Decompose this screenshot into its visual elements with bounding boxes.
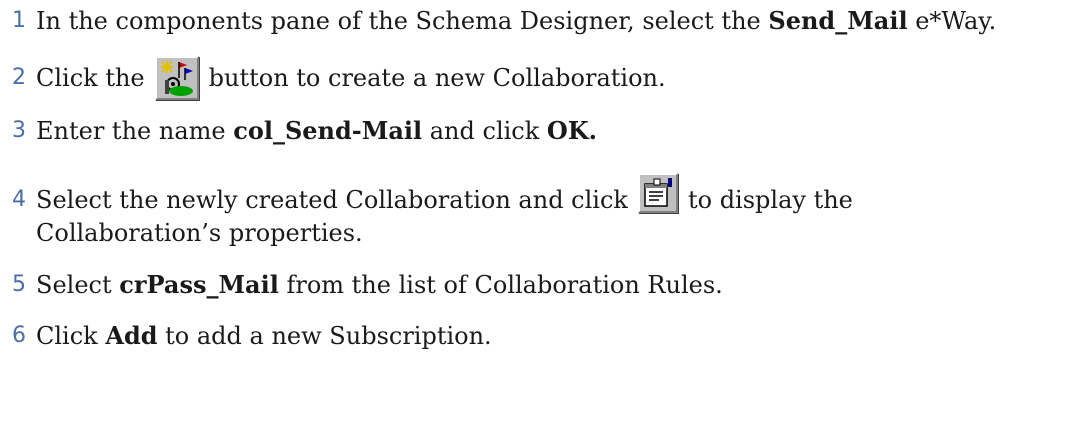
- step-text-pre: Select the newly created Collaboration a…: [36, 186, 628, 214]
- step-number: 1: [12, 8, 26, 33]
- step-text: Enter the name col_Send-Mail and click O…: [36, 116, 598, 145]
- step-4-continued: Collaboration’s properties.: [36, 218, 363, 248]
- step-text: Click Add to add a new Subscription.: [36, 321, 492, 350]
- step-number: 2: [12, 65, 26, 90]
- properties-icon[interactable]: [637, 173, 678, 213]
- step-text-post: button to create a new Collaboration.: [208, 64, 666, 92]
- step-text: In the components pane of the Schema Des…: [36, 6, 997, 35]
- step-number: 6: [12, 323, 26, 348]
- new-collaboration-icon[interactable]: [154, 56, 199, 100]
- step-number: 3: [12, 118, 26, 143]
- ok-label: OK.: [546, 116, 598, 145]
- step-text: Select crPass_Mail from the list of Coll…: [36, 270, 723, 299]
- component-name: Send_Mail: [768, 6, 908, 35]
- step-number: 5: [12, 272, 26, 297]
- step-1: 1 In the components pane of the Schema D…: [12, 6, 996, 36]
- step-number: 4: [12, 187, 26, 212]
- step-text-pre: Click the: [36, 64, 145, 92]
- step-4: 4 Select the newly created Collaboration…: [12, 173, 853, 215]
- step-text-line2: Collaboration’s properties.: [36, 219, 363, 247]
- step-2: 2 Click the button to create a new Colla…: [12, 56, 666, 100]
- add-label: Add: [105, 321, 158, 350]
- collaboration-name: col_Send-Mail: [233, 116, 423, 145]
- step-text-post: to display the: [687, 186, 853, 214]
- step-5: 5 Select crPass_Mail from the list of Co…: [12, 270, 723, 300]
- rule-name: crPass_Mail: [119, 270, 279, 299]
- step-3: 3 Enter the name col_Send-Mail and click…: [12, 116, 597, 146]
- step-6: 6 Click Add to add a new Subscription.: [12, 321, 492, 351]
